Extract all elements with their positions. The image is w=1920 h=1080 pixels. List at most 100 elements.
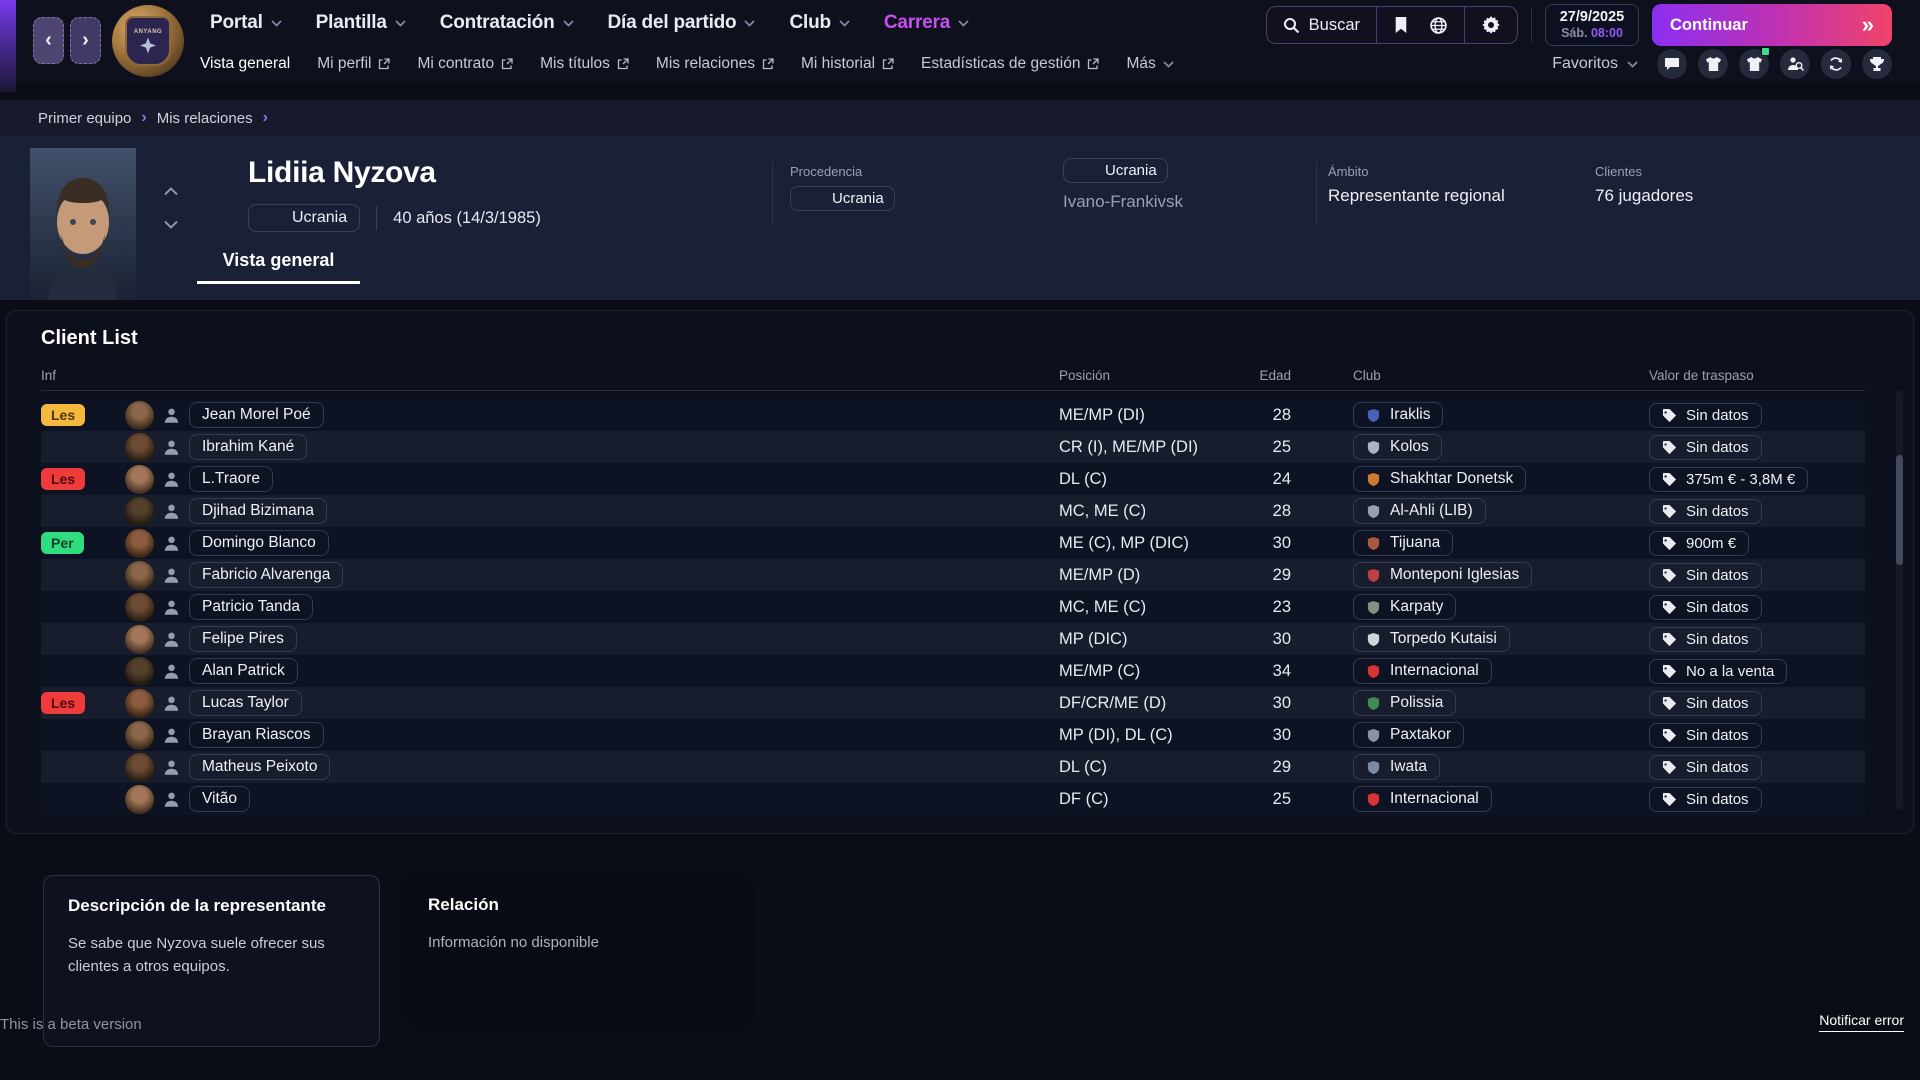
club-chip[interactable]: Paxtakor xyxy=(1353,722,1464,748)
club-crest-anyang[interactable]: ANYANG xyxy=(112,5,184,77)
table-row[interactable]: Patricio Tanda MC, ME (C) 23 Karpaty Sin… xyxy=(41,591,1865,623)
table-row[interactable]: Les Jean Morel Poé ME/MP (DI) 28 Iraklis… xyxy=(41,399,1865,431)
table-row[interactable]: Matheus Peixoto DL (C) 29 Iwata Sin dato… xyxy=(41,751,1865,783)
previous-person-button[interactable] xyxy=(164,184,178,199)
transfer-value-chip[interactable]: No a la venta xyxy=(1649,659,1787,684)
subnav-mi-perfil[interactable]: Mi perfil xyxy=(317,55,390,73)
transfer-value-chip[interactable]: Sin datos xyxy=(1649,755,1762,780)
club-chip[interactable]: Karpaty xyxy=(1353,594,1456,620)
col-age[interactable]: Edad xyxy=(1229,368,1299,383)
player-name-chip[interactable]: Lucas Taylor xyxy=(189,690,302,716)
table-row[interactable]: Felipe Pires MP (DIC) 30 Torpedo Kutaisi… xyxy=(41,623,1865,655)
club-chip[interactable]: Kolos xyxy=(1353,434,1442,460)
tab-overview[interactable]: Vista general xyxy=(197,240,360,284)
price-tag-icon xyxy=(1662,728,1677,743)
subnav-mi-contrato[interactable]: Mi contrato xyxy=(417,55,513,73)
club-chip[interactable]: Tijuana xyxy=(1353,530,1453,556)
transfer-value-chip[interactable]: Sin datos xyxy=(1649,499,1762,524)
player-name-chip[interactable]: Djihad Bizimana xyxy=(189,498,327,524)
table-row[interactable]: Brayan Riascos MP (DI), DL (C) 30 Paxtak… xyxy=(41,719,1865,751)
breadcrumb-my-relations[interactable]: Mis relaciones xyxy=(157,110,253,127)
table-row[interactable]: Ibrahim Kané CR (I), ME/MP (DI) 25 Kolos… xyxy=(41,431,1865,463)
search-button[interactable]: Buscar xyxy=(1267,7,1376,43)
transfer-value-chip[interactable]: Sin datos xyxy=(1649,787,1762,812)
nav-contratacion[interactable]: Contratación xyxy=(440,12,574,34)
subnav-vista-general[interactable]: Vista general xyxy=(200,55,290,73)
trophy-button[interactable] xyxy=(1862,49,1892,79)
player-name-chip[interactable]: Jean Morel Poé xyxy=(189,402,324,428)
toolbar: Buscar xyxy=(1266,6,1518,44)
transfer-value-chip[interactable]: Sin datos xyxy=(1649,595,1762,620)
report-error-link[interactable]: Notificar error xyxy=(1819,1012,1904,1032)
continue-button[interactable]: Continuar » xyxy=(1652,4,1892,46)
nav-club[interactable]: Club xyxy=(789,12,849,34)
player-name-chip[interactable]: Matheus Peixoto xyxy=(189,754,330,780)
nav-portal[interactable]: Portal xyxy=(210,12,282,34)
player-name-chip[interactable]: Patricio Tanda xyxy=(189,594,313,620)
price-tag-icon xyxy=(1662,504,1677,519)
messages-button[interactable] xyxy=(1657,49,1687,79)
scouting-button[interactable] xyxy=(1780,49,1810,79)
transfer-value-chip[interactable]: Sin datos xyxy=(1649,403,1762,428)
table-row[interactable]: Per Domingo Blanco ME (C), MP (DIC) 30 T… xyxy=(41,527,1865,559)
player-name-chip[interactable]: Alan Patrick xyxy=(189,658,298,684)
origin-country-chip[interactable]: Ucrania xyxy=(790,186,895,211)
transfer-value-chip[interactable]: 900m € xyxy=(1649,531,1749,556)
favorites-dropdown[interactable]: Favoritos xyxy=(1552,55,1638,73)
kit-button[interactable] xyxy=(1698,49,1728,79)
col-position[interactable]: Posición xyxy=(1059,368,1229,383)
col-value[interactable]: Valor de traspaso xyxy=(1649,368,1865,383)
next-person-button[interactable] xyxy=(164,217,178,232)
forward-button[interactable]: › xyxy=(70,17,101,64)
breadcrumb-first-team[interactable]: Primer equipo xyxy=(38,110,131,127)
club-chip[interactable]: Torpedo Kutaisi xyxy=(1353,626,1510,652)
table-row[interactable]: Vitão DF (C) 25 Internacional Sin datos xyxy=(41,783,1865,815)
player-name-chip[interactable]: Domingo Blanco xyxy=(189,530,329,556)
nationality-chip[interactable]: Ucrania xyxy=(248,204,360,232)
col-club[interactable]: Club xyxy=(1299,368,1649,383)
club-chip[interactable]: Iraklis xyxy=(1353,402,1443,428)
transfer-value-chip[interactable]: 375m € - 3,8M € xyxy=(1649,467,1808,492)
bookmark-icon[interactable] xyxy=(1393,16,1409,34)
nav-dia-del-partido[interactable]: Día del partido xyxy=(608,12,756,34)
nav-plantilla[interactable]: Plantilla xyxy=(316,12,406,34)
club-chip[interactable]: Iwata xyxy=(1353,754,1440,780)
club-chip[interactable]: Al-Ahli (LIB) xyxy=(1353,498,1486,524)
subnav-estadisticas-de-gestion[interactable]: Estadísticas de gestión xyxy=(921,55,1099,73)
player-name-chip[interactable]: Ibrahim Kané xyxy=(189,434,307,460)
club-chip[interactable]: Monteponi Iglesias xyxy=(1353,562,1532,588)
table-row[interactable]: Djihad Bizimana MC, ME (C) 28 Al-Ahli (L… xyxy=(41,495,1865,527)
subnav-more[interactable]: Más xyxy=(1126,55,1173,73)
subnav-mis-titulos[interactable]: Mis títulos xyxy=(540,55,629,73)
world-icon[interactable] xyxy=(1429,16,1448,35)
sync-button[interactable] xyxy=(1821,49,1851,79)
player-name-chip[interactable]: L.Traore xyxy=(189,466,273,492)
player-name-chip[interactable]: Fabricio Alvarenga xyxy=(189,562,343,588)
col-inf[interactable]: Inf xyxy=(41,368,101,383)
club-chip[interactable]: Shakhtar Donetsk xyxy=(1353,466,1526,492)
transfer-value-chip[interactable]: Sin datos xyxy=(1649,435,1762,460)
transfer-value-chip[interactable]: Sin datos xyxy=(1649,723,1762,748)
scrollbar-track[interactable] xyxy=(1896,390,1903,810)
table-row[interactable]: Fabricio Alvarenga ME/MP (D) 29 Montepon… xyxy=(41,559,1865,591)
kit-status-button[interactable] xyxy=(1739,49,1769,79)
birth-country-chip[interactable]: Ucrania xyxy=(1063,158,1168,183)
settings-button[interactable] xyxy=(1464,7,1517,43)
table-row[interactable]: Les Lucas Taylor DF/CR/ME (D) 30 Polissi… xyxy=(41,687,1865,719)
nav-carrera[interactable]: Carrera xyxy=(884,12,969,34)
back-button[interactable]: ‹ xyxy=(33,17,64,64)
scrollbar-thumb[interactable] xyxy=(1896,455,1903,565)
table-row[interactable]: Alan Patrick ME/MP (C) 34 Internacional … xyxy=(41,655,1865,687)
table-row[interactable]: Les L.Traore DL (C) 24 Shakhtar Donetsk … xyxy=(41,463,1865,495)
club-chip[interactable]: Internacional xyxy=(1353,658,1492,684)
club-chip[interactable]: Internacional xyxy=(1353,786,1492,812)
subnav-mi-historial[interactable]: Mi historial xyxy=(801,55,894,73)
player-name-chip[interactable]: Brayan Riascos xyxy=(189,722,324,748)
transfer-value-chip[interactable]: Sin datos xyxy=(1649,563,1762,588)
player-name-chip[interactable]: Vitão xyxy=(189,786,250,812)
subnav-mis-relaciones[interactable]: Mis relaciones xyxy=(656,55,774,73)
transfer-value-chip[interactable]: Sin datos xyxy=(1649,627,1762,652)
player-name-chip[interactable]: Felipe Pires xyxy=(189,626,297,652)
transfer-value-chip[interactable]: Sin datos xyxy=(1649,691,1762,716)
club-chip[interactable]: Polissia xyxy=(1353,690,1456,716)
